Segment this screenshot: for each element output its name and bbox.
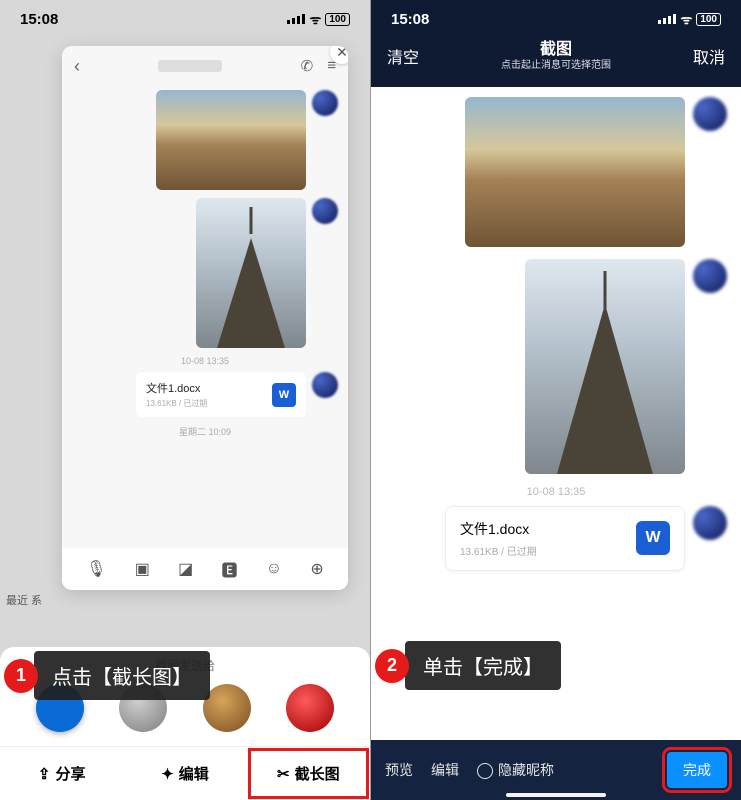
right-footer-bar: 预览 编辑 隐藏昵称 完成: [371, 740, 741, 800]
preview-button[interactable]: 预览: [385, 760, 413, 780]
avatar: [312, 90, 338, 116]
done-button[interactable]: 完成: [667, 752, 727, 788]
image-eiffel[interactable]: [525, 259, 685, 474]
chat-header: ‹ ✆ ≡: [62, 46, 348, 86]
signal-icon: [658, 14, 676, 24]
wifi-icon: ᯤ: [680, 10, 692, 28]
edit-button[interactable]: 编辑: [431, 760, 459, 780]
left-side-label: 最近 系: [6, 592, 42, 608]
phone-icon[interactable]: ✆: [301, 57, 314, 75]
step-tooltip: 单击【完成】: [405, 641, 561, 690]
long-screenshot-button[interactable]: ✂截长图: [247, 747, 370, 800]
wifi-icon: ᯤ: [309, 10, 321, 28]
timestamp: 10-08 13:35: [385, 486, 727, 498]
file-name: 文件1.docx: [460, 519, 537, 539]
avatar: [693, 259, 727, 293]
selection-header: 清空 截图 点击起止消息可选择范围 取消: [371, 34, 741, 79]
step-tooltip: 点击【截长图】: [34, 651, 210, 700]
clear-button[interactable]: 清空: [387, 44, 419, 68]
timestamp: 10-08 13:35: [72, 356, 338, 366]
timestamp: 星期二 10:09: [72, 425, 338, 438]
chat-input-bar: 🎙 ▣ ◪ 🅴 ☺ ⊕: [62, 548, 348, 590]
left-screenshot: 15:08 ᯤ 100 ✕ ‹ ✆ ≡: [0, 0, 370, 800]
share-icon: ⇪: [38, 765, 51, 783]
signal-icon: [287, 14, 305, 24]
instruction-step-2: 2 单击【完成】: [375, 641, 561, 690]
radio-icon: [477, 763, 493, 779]
screenshot-preview-card: ✕ ‹ ✆ ≡ 10-08 13:35: [62, 46, 348, 590]
status-time: 15:08: [20, 11, 58, 28]
hide-nickname-toggle[interactable]: 隐藏昵称: [477, 760, 554, 780]
scissors-icon: ✂: [277, 765, 290, 783]
file-meta: 13.61KB / 已过期: [460, 543, 537, 558]
message-image-1: [385, 97, 727, 247]
chat-title-placeholder: [158, 60, 222, 72]
plus-icon[interactable]: ⊕: [310, 559, 323, 579]
mic-icon[interactable]: 🎙: [86, 559, 106, 579]
avatar: [312, 198, 338, 224]
right-top-bar: 15:08 ᯤ 100 清空 截图 点击起止消息可选择范围 取消: [371, 0, 741, 87]
file-name: 文件1.docx: [146, 380, 207, 396]
step-number: 1: [4, 659, 38, 693]
back-icon[interactable]: ‹: [74, 56, 80, 77]
step-number: 2: [375, 649, 409, 683]
file-bubble[interactable]: 文件1.docx 13.61KB / 已过期 W: [136, 372, 306, 417]
avatar: [312, 372, 338, 398]
header-subtitle: 点击起止消息可选择范围: [501, 60, 611, 73]
cancel-button[interactable]: 取消: [693, 44, 725, 68]
status-right: ᯤ 100: [287, 10, 350, 28]
image-venice[interactable]: [465, 97, 685, 247]
word-icon: W: [636, 521, 670, 555]
tray-actions: ⇪分享 ✦编辑 ✂截长图: [0, 746, 370, 800]
envelope-icon[interactable]: 🅴: [221, 557, 237, 581]
message-image-2: [72, 198, 338, 348]
word-icon: W: [272, 383, 296, 407]
status-time: 15:08: [391, 11, 429, 28]
share-button[interactable]: ⇪分享: [0, 747, 123, 800]
avatar: [693, 97, 727, 131]
camera-icon[interactable]: ◪: [178, 559, 193, 579]
image-venice[interactable]: [156, 90, 306, 190]
photo-icon[interactable]: ▣: [135, 559, 150, 579]
image-eiffel[interactable]: [196, 198, 306, 348]
status-bar: 15:08 ᯤ 100: [0, 0, 370, 34]
avatar: [693, 506, 727, 540]
emoji-icon[interactable]: ☺: [266, 560, 282, 578]
sparkle-icon: ✦: [161, 765, 174, 783]
message-file: 文件1.docx 13.61KB / 已过期 W: [385, 506, 727, 571]
battery-icon: 100: [325, 13, 350, 26]
file-bubble[interactable]: 文件1.docx 13.61KB / 已过期 W: [445, 506, 685, 571]
message-file: 文件1.docx 13.61KB / 已过期 W: [72, 372, 338, 417]
chat-body: 10-08 13:35 文件1.docx 13.61KB / 已过期 W 星期二…: [62, 86, 348, 548]
header-title: 截图: [501, 40, 611, 60]
battery-icon: 100: [696, 13, 721, 26]
message-image-2: [385, 259, 727, 474]
right-screenshot: 15:08 ᯤ 100 清空 截图 点击起止消息可选择范围 取消: [371, 0, 741, 800]
file-meta: 13.61KB / 已过期: [146, 398, 207, 409]
right-chat-body: 10-08 13:35 文件1.docx 13.61KB / 已过期 W: [371, 87, 741, 587]
contact-avatar[interactable]: [286, 684, 334, 732]
message-image-1: [72, 90, 338, 190]
home-indicator: [506, 793, 606, 797]
edit-button[interactable]: ✦编辑: [123, 747, 246, 800]
instruction-step-1: 1 点击【截长图】: [4, 651, 210, 700]
